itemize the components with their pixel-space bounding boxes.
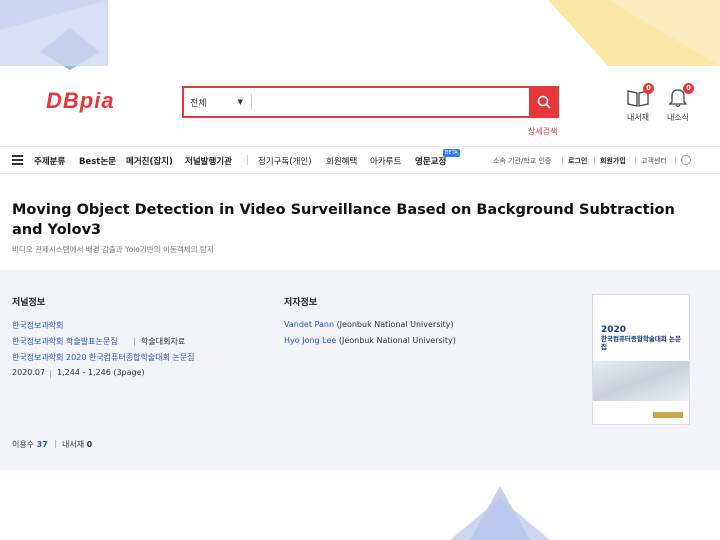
- author-row: Hyo Jong Lee (Jeonbuk National Universit…: [284, 336, 456, 345]
- divider: [50, 370, 51, 378]
- divider: [55, 440, 56, 448]
- util-divider: [675, 157, 676, 165]
- decorative-shape-top-right: [548, 0, 720, 66]
- beta-badge: BETA: [443, 149, 460, 157]
- publication-date: 2020.07: [12, 368, 46, 377]
- cover-year: 2020: [601, 325, 627, 335]
- publisher-link[interactable]: 한국정보과학회: [12, 320, 64, 331]
- search-button[interactable]: [529, 87, 558, 117]
- login-link[interactable]: 로그인: [568, 156, 587, 166]
- util-divider: [635, 157, 636, 165]
- journal-info-heading: 저널정보: [12, 298, 46, 308]
- library-stat: 내서재 0: [62, 439, 92, 450]
- my-news-button[interactable]: 0 내소식: [660, 83, 696, 123]
- page-range: 1,244 - 1,246 (3page): [57, 368, 145, 377]
- cover-graphic: [593, 361, 689, 401]
- my-library-label: 내서재: [626, 113, 650, 122]
- article-subtitle: 비디오 관제시스템에서 배경 감출과 Yolo기반의 이동객체의 탐지: [12, 245, 214, 254]
- decorative-shape-bottom: [450, 486, 550, 540]
- hamburger-menu-icon[interactable]: [12, 155, 23, 165]
- nav-item-subscription[interactable]: 정기구독(개인): [258, 155, 312, 167]
- search-scope-select[interactable]: 전체 ▼: [184, 94, 252, 110]
- series-link[interactable]: 한국정보과학회 학술발표논문집: [12, 336, 118, 347]
- institution-auth-link[interactable]: 소속 기관/학교 인증: [493, 156, 551, 166]
- library-stat-count: 0: [86, 440, 93, 449]
- divider: [134, 338, 135, 346]
- decorative-shape-top-left: [0, 0, 108, 70]
- author-info-heading: 저자정보: [284, 298, 318, 308]
- proceedings-link[interactable]: 한국정보과학회 2020 한국컴퓨터종합학술대회 논문집: [12, 352, 195, 363]
- nav-item-magazine[interactable]: 메거진(잡지): [126, 155, 173, 167]
- customer-center-link[interactable]: 고객센터: [641, 156, 667, 166]
- search-input[interactable]: [252, 88, 529, 116]
- library-count-badge: 0: [643, 83, 654, 94]
- author-name-link[interactable]: Vandet Pann: [284, 320, 334, 329]
- nav-item-publishers[interactable]: 저널발행기관: [185, 155, 232, 167]
- page: DBpia 전체 ▼ 상세검색 0 내서재 0 내소식 주제분류 Best논문 …: [0, 0, 720, 540]
- cover-title: 한국컴퓨터종합학술대회 논문집: [601, 335, 682, 351]
- usage-label: 이용수: [12, 440, 35, 449]
- chevron-down-icon: ▼: [237, 98, 243, 106]
- nav-item-academy[interactable]: 아카루트: [370, 155, 401, 167]
- article-title: Moving Object Detection in Video Surveil…: [12, 202, 675, 238]
- util-divider: [562, 157, 563, 165]
- nav-divider: [247, 155, 248, 165]
- usage-stat: 이용수 37: [12, 439, 48, 450]
- signup-link[interactable]: 회원가입: [600, 156, 626, 166]
- author-row: Vandet Pann (Jeonbuk National University…: [284, 320, 454, 329]
- author-name-link[interactable]: Hyo Jong Lee: [284, 336, 336, 345]
- nav-item-best[interactable]: Best논문: [79, 155, 116, 167]
- search-icon: [537, 95, 551, 109]
- author-affiliation: (Jeonbuk National University): [336, 320, 454, 329]
- my-news-label: 내소식: [666, 113, 690, 122]
- journal-cover-image[interactable]: 2020 한국컴퓨터종합학술대회 논문집: [592, 294, 690, 425]
- nav-item-benefits[interactable]: 회원혜택: [326, 155, 357, 167]
- advanced-search-link[interactable]: 상세검색: [528, 126, 557, 137]
- nav-item-proofreading[interactable]: 영문교정: [415, 155, 446, 167]
- dbpia-logo[interactable]: DBpia: [46, 88, 115, 114]
- library-stat-label: 내서재: [62, 440, 85, 449]
- search-scope-label: 전체: [190, 98, 207, 109]
- nav-item-subject[interactable]: 주제분류: [34, 155, 65, 167]
- news-count-badge: 0: [683, 83, 694, 94]
- globe-icon[interactable]: [681, 155, 691, 165]
- main-nav: 주제분류 Best논문 메거진(잡지) 저널발행기관 정기구독(개인) 회원혜택…: [0, 146, 720, 174]
- series-type: 학술대회자료: [141, 337, 186, 346]
- cover-publisher-mark: [653, 412, 683, 418]
- my-library-button[interactable]: 0 내서재: [620, 83, 656, 123]
- util-divider: [594, 157, 595, 165]
- author-affiliation: (Jeonbuk National University): [338, 336, 456, 345]
- search-bar: 전체 ▼: [182, 86, 559, 118]
- usage-count: 37: [36, 440, 48, 449]
